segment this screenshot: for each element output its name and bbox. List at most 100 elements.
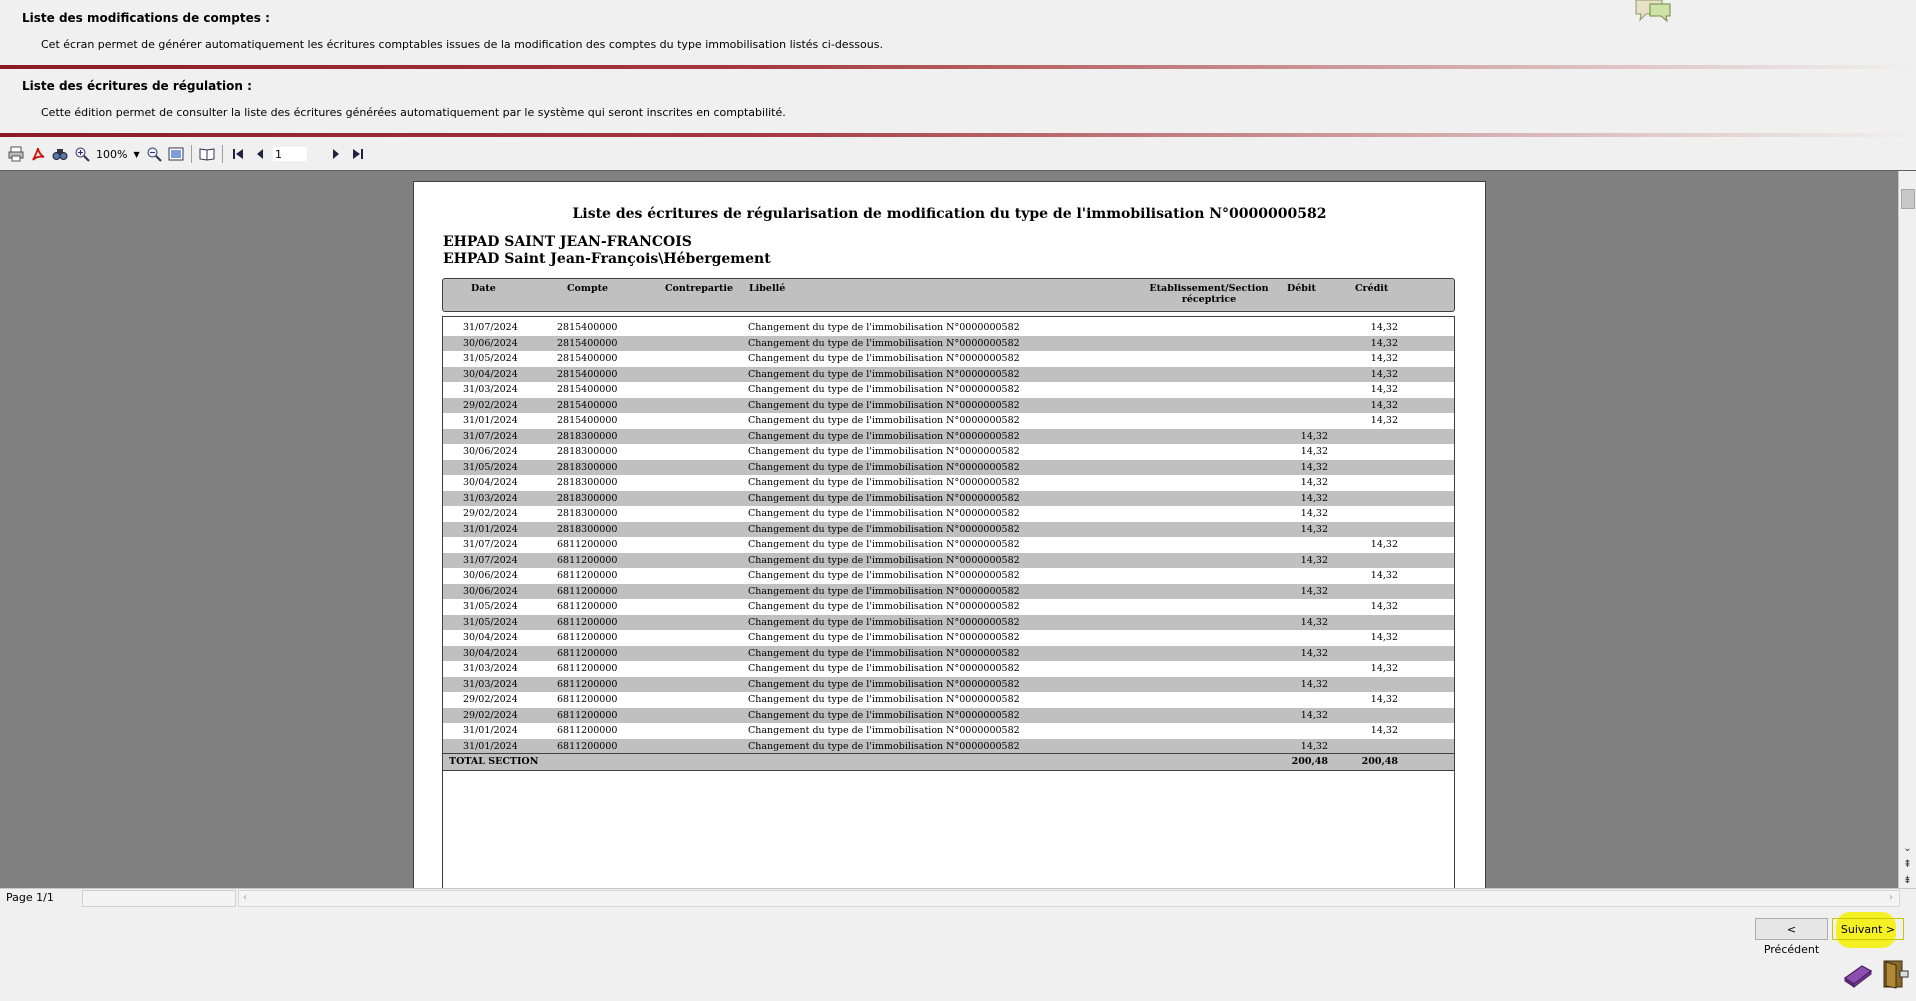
cell-credit: 14,32 [1370,539,1398,550]
next-button[interactable]: Suivant > [1832,918,1904,940]
table-row: 31/03/2024 6811200000 Changement du type d… [443,676,1454,692]
cell-compte: 6811200000 [557,570,618,581]
cell-debit: 14,32 [1300,446,1328,457]
cell-compte: 2818300000 [557,430,618,442]
total-debit: 200,48 [1291,756,1328,767]
page-number-input[interactable] [272,146,308,162]
cell-libelle: Changement du type de l'immobilisation N… [748,353,1020,364]
cell-debit: 14,32 [1300,477,1328,488]
table-row: 31/07/2024 2815400000 Changement du type d… [443,320,1454,335]
cell-compte: 6811200000 [557,663,618,674]
cell-compte: 2818300000 [557,461,618,473]
table-row: 29/02/2024 6811200000 Changement du type d… [443,692,1454,707]
cell-date: 31/03/2024 [463,678,518,690]
cell-libelle: Changement du type de l'immobilisation N… [748,508,1020,519]
table-row: 30/06/2024 2818300000 Changement du type d… [443,444,1454,459]
previous-button[interactable]: < Précédent [1755,918,1828,956]
status-bar: Page 1/1 ‹ › [0,888,1916,907]
cell-date: 30/06/2024 [463,570,518,581]
eraser-icon[interactable] [1842,958,1874,990]
section-name: EHPAD Saint Jean-François\Hébergement [443,251,771,267]
establishment-name: EHPAD SAINT JEAN-FRANCOIS [443,234,692,250]
cell-libelle: Changement du type de l'immobilisation N… [748,585,1020,597]
table-row: 31/05/2024 6811200000 Changement du type d… [443,614,1454,630]
next-page-icon[interactable] [326,144,346,164]
horizontal-scrollbar[interactable]: ‹ › [238,890,1900,907]
cell-compte: 2815400000 [557,353,618,364]
cell-date: 31/01/2024 [463,725,518,736]
cell-debit: 14,32 [1300,709,1328,721]
cell-compte: 6811200000 [557,678,618,690]
zoom-in-icon[interactable] [72,144,92,164]
cell-libelle: Changement du type de l'immobilisation N… [748,368,1020,380]
table-row: 31/01/2024 2818300000 Changement du type d… [443,521,1454,537]
find-icon[interactable] [50,144,70,164]
cell-libelle: Changement du type de l'immobilisation N… [748,647,1020,659]
cell-compte: 6811200000 [557,709,618,721]
fit-page-icon[interactable] [166,144,186,164]
cell-date: 31/05/2024 [463,616,518,628]
scroll-left-icon[interactable]: ‹ [243,891,247,905]
report-viewer[interactable]: Liste des écritures de régularisation de… [0,170,1916,889]
total-label: TOTAL SECTION [449,756,539,767]
cell-credit: 14,32 [1370,725,1398,736]
zoom-out-icon[interactable] [144,144,164,164]
cell-compte: 2815400000 [557,384,618,395]
cell-libelle: Changement du type de l'immobilisation N… [748,446,1020,457]
section-description-modifications: Cet écran permet de générer automatiquem… [41,38,883,51]
scroll-down-icon[interactable]: ⌄ [1899,841,1916,857]
prev-page-icon[interactable] [250,144,270,164]
vertical-scrollbar[interactable]: ⌄ ⇞ ⇟ [1898,171,1916,889]
cell-credit: 14,32 [1370,337,1398,349]
cell-date: 31/03/2024 [463,663,518,674]
cell-compte: 2815400000 [557,322,618,333]
cell-libelle: Changement du type de l'immobilisation N… [748,477,1020,488]
cell-debit: 14,32 [1300,678,1328,690]
cell-date: 29/02/2024 [463,694,518,705]
report-title: Liste des écritures de régularisation de… [572,206,1327,222]
first-page-icon[interactable] [228,144,248,164]
table-row: 31/01/2024 6811200000 Changement du type d… [443,738,1454,754]
print-icon[interactable] [6,144,26,164]
cell-debit: 14,32 [1300,616,1328,628]
cell-compte: 6811200000 [557,694,618,705]
cell-date: 31/03/2024 [463,384,518,395]
cell-date: 30/04/2024 [463,632,518,643]
cell-compte: 6811200000 [557,539,618,550]
cell-compte: 6811200000 [557,585,618,597]
cell-credit: 14,32 [1370,570,1398,581]
last-page-icon[interactable] [348,144,368,164]
cell-compte: 2815400000 [557,415,618,426]
table-row: 30/04/2024 2815400000 Changement du type d… [443,366,1454,382]
cell-date: 31/05/2024 [463,461,518,473]
table-row: 30/04/2024 6811200000 Changement du type d… [443,630,1454,645]
table-row: 30/04/2024 2818300000 Changement du type d… [443,475,1454,490]
book-icon[interactable] [197,144,217,164]
section-title-regulation: Liste des écritures de régulation : [22,79,252,93]
cell-compte: 2818300000 [557,492,618,504]
section-description-regulation: Cette édition permet de consulter la lis… [41,106,786,119]
report-page: Liste des écritures de régularisation de… [413,181,1486,889]
scroll-right-icon[interactable]: › [1889,891,1893,905]
header-etab-line2: réceptrice [1181,294,1237,305]
scroll-page-down-icon[interactable]: ⇟ [1899,873,1916,889]
table-row: 31/03/2024 2818300000 Changement du type d… [443,490,1454,506]
cell-libelle: Changement du type de l'immobilisation N… [748,616,1020,628]
exit-door-icon[interactable] [1880,958,1912,990]
table-row: 31/01/2024 2815400000 Changement du type d… [443,413,1454,428]
cell-libelle: Changement du type de l'immobilisation N… [748,740,1020,752]
pdf-icon[interactable] [28,144,48,164]
cell-libelle: Changement du type de l'immobilisation N… [748,632,1020,643]
section-separator [0,65,1916,69]
table-row: 31/07/2024 2818300000 Changement du type d… [443,428,1454,444]
scroll-page-up-icon[interactable]: ⇞ [1899,857,1916,873]
cell-date: 31/03/2024 [463,492,518,504]
cell-credit: 14,32 [1370,368,1398,380]
header-date: Date [471,283,496,294]
header-debit: Débit [1287,283,1316,294]
cell-libelle: Changement du type de l'immobilisation N… [748,694,1020,705]
cell-debit: 14,32 [1300,492,1328,504]
cell-credit: 14,32 [1370,601,1398,612]
zoom-select[interactable]: 100% ▼ [94,145,142,163]
scroll-thumb[interactable] [1901,189,1915,209]
